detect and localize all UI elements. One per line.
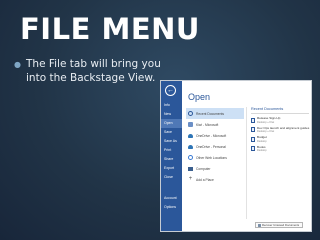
nav-item-options[interactable]: Options <box>161 203 182 212</box>
word-document-icon <box>251 136 255 142</box>
document-path: Desktop <box>257 149 267 153</box>
recent-documents-panel: Recent Documents Release Sign-Up Desktop… <box>251 107 309 155</box>
document-path: Desktop » Kiwi <box>257 130 275 134</box>
recent-document[interactable]: Budget Desktop <box>251 136 309 143</box>
location-label: OneDrive - Microsoft <box>196 133 227 138</box>
document-path: Desktop <box>257 139 267 143</box>
location-label: Recent Documents <box>196 111 225 116</box>
folder-icon <box>257 224 261 227</box>
bullet-icon: ● <box>14 60 21 69</box>
location-label: Other Web Locations <box>196 155 227 160</box>
nav-item-account[interactable]: Account <box>161 194 182 203</box>
nav-item-open[interactable]: Open <box>161 119 182 128</box>
backstage-title: Open <box>188 92 211 102</box>
location-other-web[interactable]: Other Web Locations <box>186 152 244 163</box>
word-document-icon <box>251 127 255 133</box>
nav-item-new[interactable]: New <box>161 110 182 119</box>
location-add-place[interactable]: + Add a Place <box>186 174 244 185</box>
recent-document-text: Budget Desktop <box>257 136 267 143</box>
recent-document[interactable]: Release Sign-Up Desktop » Kiwi <box>251 116 309 124</box>
back-arrow-icon[interactable]: ← <box>165 85 176 96</box>
word-document-icon <box>251 117 255 123</box>
location-label: Kiwi - Microsoft <box>196 122 219 127</box>
location-kiwi[interactable]: Kiwi - Microsoft <box>186 119 244 130</box>
recent-document-text: Books Desktop <box>257 145 267 153</box>
nav-item-save[interactable]: Save <box>161 128 182 137</box>
nav-item-share[interactable]: Share <box>161 155 182 164</box>
backstage-screenshot: ← Info New Open Save Save As Print Share… <box>160 80 312 232</box>
recover-unsaved-button[interactable]: Recover Unsaved Documents <box>255 222 303 228</box>
document-path: Desktop » Kiwi <box>257 120 275 124</box>
nav-item-export[interactable]: Export <box>161 164 182 173</box>
nav-item-close[interactable]: Close <box>161 173 182 182</box>
location-onedrive-microsoft[interactable]: OneDrive - Microsoft <box>186 130 244 141</box>
bullet-text: The File tab will bring you into the Bac… <box>26 58 161 84</box>
recent-document[interactable]: Books Desktop <box>251 145 309 153</box>
location-label: Add a Place <box>196 177 214 182</box>
slide-title: FILE MENU <box>20 12 200 46</box>
cloud-icon <box>188 144 193 149</box>
column-divider <box>246 107 247 219</box>
location-label: OneDrive - Personal <box>196 144 226 149</box>
location-onedrive-personal[interactable]: OneDrive - Personal <box>186 141 244 152</box>
plus-icon: + <box>188 176 193 182</box>
clock-icon <box>188 111 193 116</box>
recent-divider <box>251 113 309 114</box>
backstage-nav: Info New Open Save Save As Print Share E… <box>161 101 182 212</box>
recent-document-text: Dev Ops launch and alignment guides Desk… <box>257 126 309 134</box>
recent-header: Recent Documents <box>251 107 284 111</box>
location-computer[interactable]: Computer <box>186 163 244 174</box>
location-list: Recent Documents Kiwi - Microsoft OneDri… <box>186 108 244 185</box>
recent-document[interactable]: Dev Ops launch and alignment guides Desk… <box>251 126 309 134</box>
nav-item-print[interactable]: Print <box>161 146 182 155</box>
cloud-icon <box>188 133 193 138</box>
recover-label: Recover Unsaved Documents <box>262 223 300 227</box>
bullet-point: ● The File tab will bring you into the B… <box>14 57 164 85</box>
globe-icon <box>188 155 193 160</box>
nav-item-save-as[interactable]: Save As <box>161 137 182 146</box>
backstage-sidebar: ← Info New Open Save Save As Print Share… <box>161 81 182 231</box>
nav-item-info[interactable]: Info <box>161 101 182 110</box>
share-icon <box>188 122 193 127</box>
location-label: Computer <box>196 166 211 171</box>
computer-icon <box>188 166 193 171</box>
word-document-icon <box>251 146 255 152</box>
recent-document-text: Release Sign-Up Desktop » Kiwi <box>257 116 280 124</box>
location-recent-documents[interactable]: Recent Documents <box>186 108 244 119</box>
